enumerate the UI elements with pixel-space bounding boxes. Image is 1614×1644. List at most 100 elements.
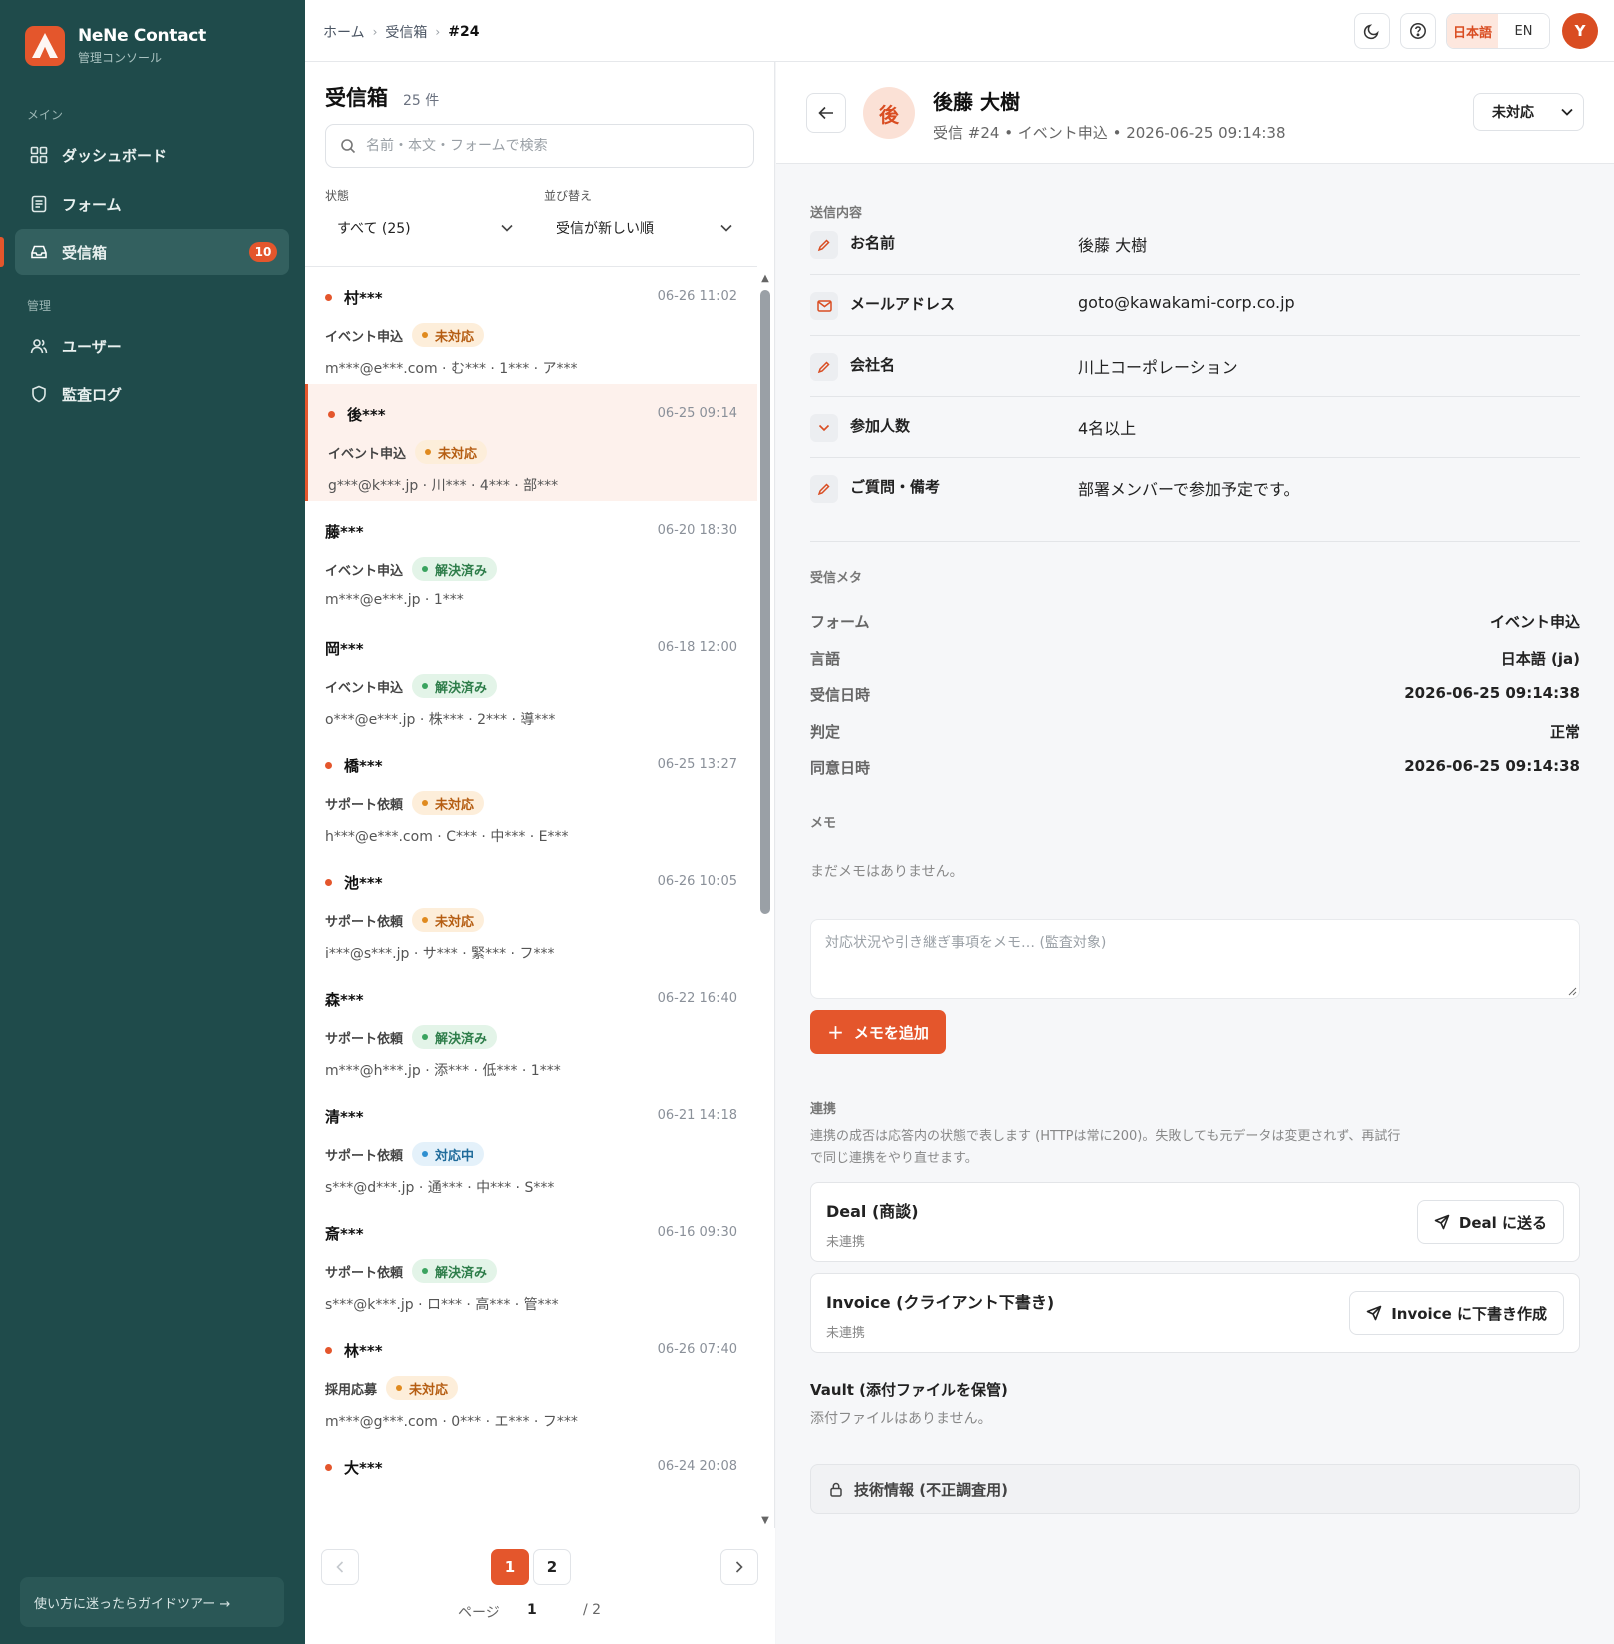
inbox-list-item[interactable]: 清*** 06-21 14:18 サポート依頼 対応中 s***@d***.jp · 通… [305, 1086, 757, 1209]
inbox-list-item[interactable]: 斎*** 06-16 09:30 サポート依頼 解決済み s***@k***.jp · … [305, 1203, 757, 1326]
inbox-list-item[interactable]: 森*** 06-22 16:40 サポート依頼 解決済み m***@h***.jp · … [305, 969, 757, 1092]
content-field-row: メールアドレス goto@kawakami-corp.co.jp [810, 275, 1580, 336]
guide-tour-link[interactable]: 使い方に迷ったらガイドツアー → [20, 1577, 284, 1627]
memo-textarea[interactable] [811, 920, 1579, 998]
scrollbar-thumb[interactable] [760, 290, 770, 914]
add-memo-button[interactable]: + メモを追加 [810, 1010, 946, 1054]
form-name: サポート依頼 [325, 1265, 404, 1281]
sidebar-item-inbox[interactable]: 受信箱 10 [15, 229, 289, 275]
inbox-list-item[interactable]: 橋*** 06-25 13:27 サポート依頼 未対応 h***@e***.com · … [305, 735, 757, 858]
page-button-1[interactable]: 1 [491, 1549, 529, 1585]
chevron-down-icon [1561, 108, 1573, 116]
section-divider [810, 541, 1580, 542]
lang-en-button[interactable]: EN [1498, 14, 1549, 48]
status-filter-label: 状態 [325, 189, 350, 203]
next-page-button[interactable] [720, 1549, 758, 1585]
technical-info-toggle[interactable]: 技術情報 (不正調査用) [810, 1464, 1580, 1514]
moon-icon [1363, 24, 1379, 40]
brand[interactable]: NeNe Contact 管理コンソール [25, 26, 206, 66]
status-badge-label: 未対応 [435, 329, 475, 345]
status-dot-icon [422, 1151, 429, 1157]
status-filter-select[interactable]: すべて (25) [325, 210, 525, 246]
help-button[interactable] [1400, 13, 1436, 49]
inbox-list-item[interactable]: 村*** 06-26 11:02 イベント申込 未対応 m***@e***.com · … [305, 267, 757, 390]
theme-toggle-button[interactable] [1354, 13, 1390, 49]
resize-grip-icon[interactable] [1567, 986, 1577, 996]
breadcrumb-inbox[interactable]: 受信箱 [385, 22, 427, 42]
inbox-list-item[interactable]: 岡*** 06-18 12:00 イベント申込 解決済み o***@e***.jp · … [305, 618, 757, 741]
pencil-icon [810, 353, 838, 381]
brand-subtitle: 管理コンソール [78, 51, 163, 65]
status-badge: 解決済み [412, 557, 498, 581]
integration-title: Invoice (クライアント下書き) [826, 1293, 1055, 1312]
breadcrumb-home[interactable]: ホーム [323, 22, 365, 42]
sidebar-item-audit-log[interactable]: 監査ログ [15, 371, 289, 417]
technical-info-label: 技術情報 (不正調査用) [854, 1480, 1008, 1499]
page-total: / 2 [583, 1602, 602, 1618]
sender-name: 大*** [325, 1457, 383, 1478]
inbox-icon [29, 242, 49, 262]
mail-icon [810, 292, 838, 320]
page-number-input[interactable]: 1 [527, 1602, 537, 1618]
chevron-down-icon [720, 224, 732, 232]
inbox-list-item[interactable]: 林*** 06-26 07:40 採用応募 未対応 m***@g***.com · 0*… [305, 1320, 757, 1443]
sort-label: 並び替え [544, 189, 593, 203]
status-dot-icon [422, 1268, 429, 1274]
breadcrumb: ホーム › 受信箱 › #24 [323, 22, 479, 42]
inbox-list-item[interactable]: 藤*** 06-20 18:30 イベント申込 解決済み m***@e***.jp · … [305, 501, 757, 624]
sender-name: 林*** [325, 1340, 383, 1361]
sidebar-item-dashboard[interactable]: ダッシュボード [15, 132, 289, 178]
inbox-list-item[interactable]: 池*** 06-26 10:05 サポート依頼 未対応 i***@s***.jp · サ… [305, 852, 757, 975]
meta-section-label: 受信メタ [810, 571, 863, 586]
received-time: 06-26 10:05 [657, 874, 737, 889]
status-dot-icon [422, 1034, 429, 1040]
status-dot-icon [422, 332, 429, 338]
pagination: 1 2 ページ 1 / 2 [305, 1528, 775, 1644]
sender-name: 斎*** [325, 1223, 364, 1244]
search-input[interactable] [366, 138, 736, 154]
plus-icon: + [827, 1020, 844, 1044]
send-icon [1434, 1214, 1450, 1230]
user-avatar[interactable]: Y [1562, 13, 1598, 49]
back-button[interactable] [806, 93, 846, 133]
status-badge: 対応中 [412, 1142, 485, 1166]
received-time: 06-21 14:18 [657, 1108, 737, 1123]
integration-title: Deal (商談) [826, 1202, 919, 1221]
content-field-row: 会社名 川上コーポレーション [810, 336, 1580, 397]
meta-key: 判定 [810, 722, 841, 741]
inbox-list-item[interactable]: 大*** 06-24 20:08 [305, 1437, 757, 1528]
brand-name: NeNe Contact [78, 26, 206, 46]
sender-name: 岡*** [325, 638, 364, 659]
sender-name: 清*** [325, 1106, 364, 1127]
received-time: 06-24 20:08 [657, 1459, 737, 1474]
dashboard-icon [29, 145, 49, 165]
inbox-list-item[interactable]: 後*** 06-25 09:14 イベント申込 未対応 g***@k***.jp · 川… [305, 384, 757, 507]
send-to-deal-button[interactable]: Deal に送る [1416, 1200, 1564, 1244]
form-name: イベント申込 [328, 446, 407, 462]
lang-ja-button[interactable]: 日本語 [1447, 14, 1498, 48]
field-value: 後藤 大樹 [1078, 236, 1148, 255]
unread-dot-icon [325, 762, 332, 769]
scroll-up-icon[interactable]: ▲ [760, 274, 770, 284]
prev-page-button[interactable] [321, 1549, 359, 1585]
sort-select[interactable]: 受信が新しい順 [544, 210, 744, 246]
status-badge-label: 解決済み [435, 1031, 488, 1047]
create-invoice-draft-button[interactable]: Invoice に下書き作成 [1349, 1291, 1564, 1335]
sender-name: 森*** [325, 989, 364, 1010]
row-form-meta: サポート依頼 未対応 [325, 791, 485, 815]
field-value: 4名以上 [1078, 419, 1137, 438]
sidebar-item-forms[interactable]: フォーム [15, 181, 289, 227]
meta-value: 正常 [1549, 722, 1580, 741]
sidebar-item-users[interactable]: ユーザー [15, 323, 289, 369]
meta-key: 言語 [810, 649, 841, 668]
send-to-deal-label: Deal に送る [1458, 1213, 1547, 1232]
scroll-down-icon[interactable]: ▼ [760, 1516, 770, 1526]
row-form-meta: イベント申込 未対応 [328, 440, 488, 464]
page-button-2[interactable]: 2 [533, 1549, 571, 1585]
received-time: 06-25 13:27 [657, 757, 737, 772]
sidebar-item-label: 受信箱 [62, 243, 108, 262]
row-form-meta: サポート依頼 未対応 [325, 908, 485, 932]
status-select[interactable]: 未対応 [1473, 93, 1584, 131]
vault-title: Vault (添付ファイルを保管) [810, 1381, 1008, 1399]
row-summary: m***@e***.jp · 1*** [325, 592, 464, 608]
